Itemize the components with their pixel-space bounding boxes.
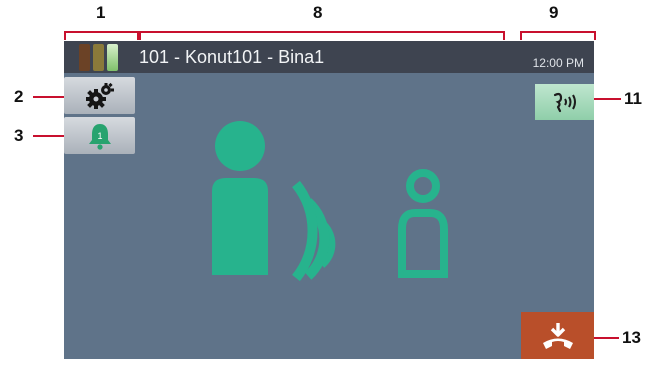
alarm-badge: 1 [97, 131, 102, 141]
bracket-1 [64, 31, 139, 40]
voice-button[interactable] [535, 84, 594, 120]
callout-8: 8 [313, 3, 323, 22]
gears-icon [85, 82, 114, 109]
unit-title: 101 - Konut101 - Bina1 [139, 47, 325, 67]
callout-13: 13 [622, 328, 641, 347]
settings-button[interactable] [64, 77, 135, 114]
bell-icon: 1 [88, 123, 111, 150]
callout-9: 9 [549, 3, 559, 22]
callout-1: 1 [96, 3, 106, 22]
clock: 12:00 PM [532, 56, 584, 70]
end-call-button[interactable] [521, 312, 594, 359]
callout-3: 3 [14, 126, 24, 145]
intercom-screen: 101 - Konut101 - Bina1 12:00 PM 1 [64, 41, 594, 359]
intercom-call-icon [212, 121, 448, 281]
bracket-8 [139, 31, 505, 40]
top-bar: 101 - Konut101 - Bina1 12:00 PM [64, 41, 594, 73]
bracket-9 [520, 31, 596, 40]
callout-2: 2 [14, 87, 24, 106]
alarm-button[interactable]: 1 [64, 117, 135, 154]
leader-2 [33, 96, 64, 98]
leader-3 [33, 135, 64, 137]
talk-icon [553, 92, 576, 113]
callout-11: 11 [624, 89, 642, 108]
hang-up-icon [542, 322, 573, 349]
